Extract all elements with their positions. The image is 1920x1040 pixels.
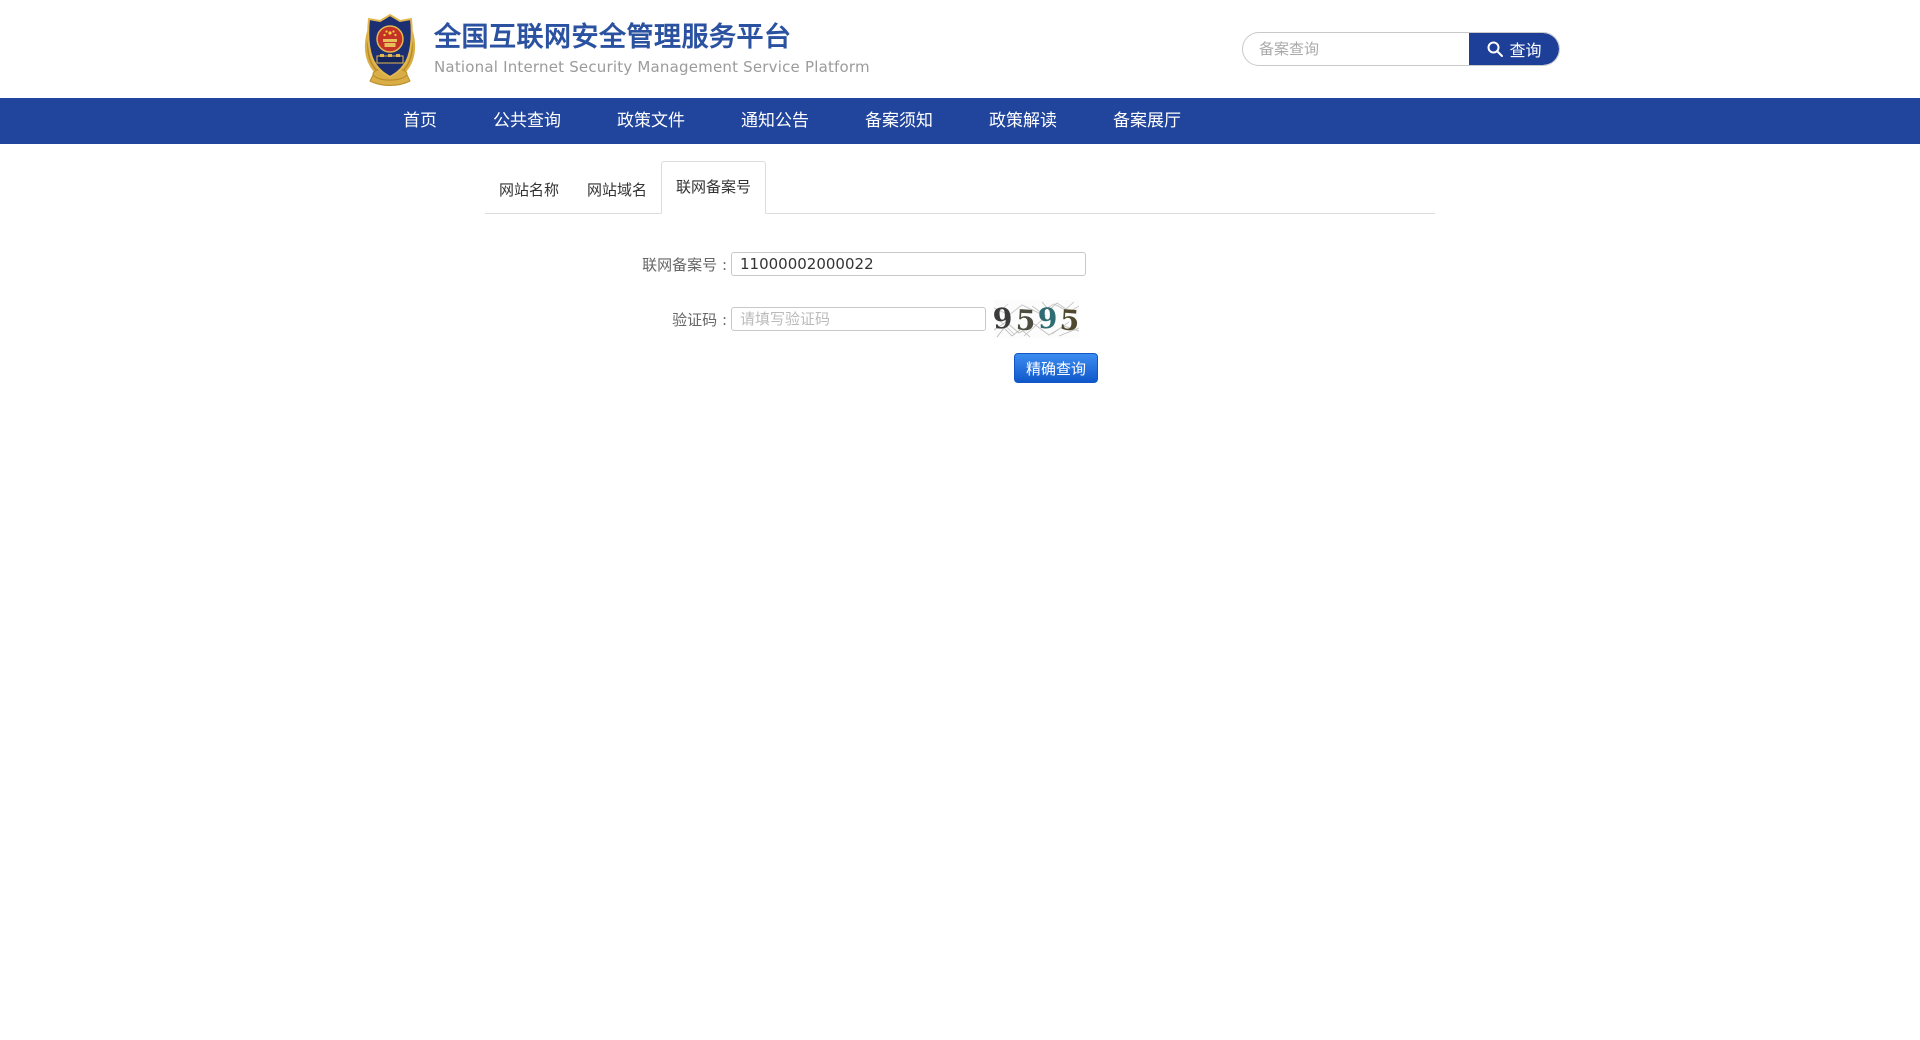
search-button-label: 查询 [1509,37,1541,61]
search-input[interactable] [1243,33,1469,65]
site-header: 全国互联网安全管理服务平台 National Internet Security… [0,0,1920,98]
submit-row: 精确查询 [485,353,1435,383]
nav-item-policy-documents[interactable]: 政策文件 [589,98,713,144]
tab-website-name[interactable]: 网站名称 [485,168,573,213]
record-number-input[interactable] [731,252,1086,276]
nav-item-policy-interpretation[interactable]: 政策解读 [961,98,1085,144]
main-nav: 首页 公共查询 政策文件 通知公告 备案须知 政策解读 备案展厅 [0,98,1920,144]
captcha-image[interactable]: 9 5 9 5 [994,300,1079,338]
tab-website-domain[interactable]: 网站域名 [573,168,661,213]
search-button[interactable]: 查询 [1469,33,1559,65]
record-number-label: 联网备案号 : [485,254,731,275]
search-icon [1486,40,1504,58]
brand: 全国互联网安全管理服务平台 National Internet Security… [360,12,870,86]
nav-item-record-hall[interactable]: 备案展厅 [1085,98,1209,144]
page-title: 全国互联网安全管理服务平台 [434,22,870,54]
header-search: 查询 [1242,32,1560,66]
police-badge-logo [360,12,420,86]
captcha-row: 验证码 : 9 5 9 [485,300,1435,338]
query-tabs: 网站名称 网站域名 联网备案号 [485,161,1435,214]
nav-item-public-query[interactable]: 公共查询 [465,98,589,144]
captcha-digits: 9 5 9 5 [994,300,1079,338]
record-number-row: 联网备案号 : [485,252,1435,276]
captcha-input[interactable] [731,307,986,331]
nav-item-home[interactable]: 首页 [375,98,465,144]
nav-item-notices[interactable]: 通知公告 [713,98,837,144]
main-content: 网站名称 网站域名 联网备案号 联网备案号 : 验证码 : [485,161,1435,383]
nav-item-record-instructions[interactable]: 备案须知 [837,98,961,144]
captcha-label: 验证码 : [485,309,731,330]
record-query-form: 联网备案号 : 验证码 : 9 [485,252,1435,383]
page-subtitle: National Internet Security Management Se… [434,58,870,76]
tab-record-number[interactable]: 联网备案号 [661,161,766,214]
precise-query-button[interactable]: 精确查询 [1014,353,1098,383]
